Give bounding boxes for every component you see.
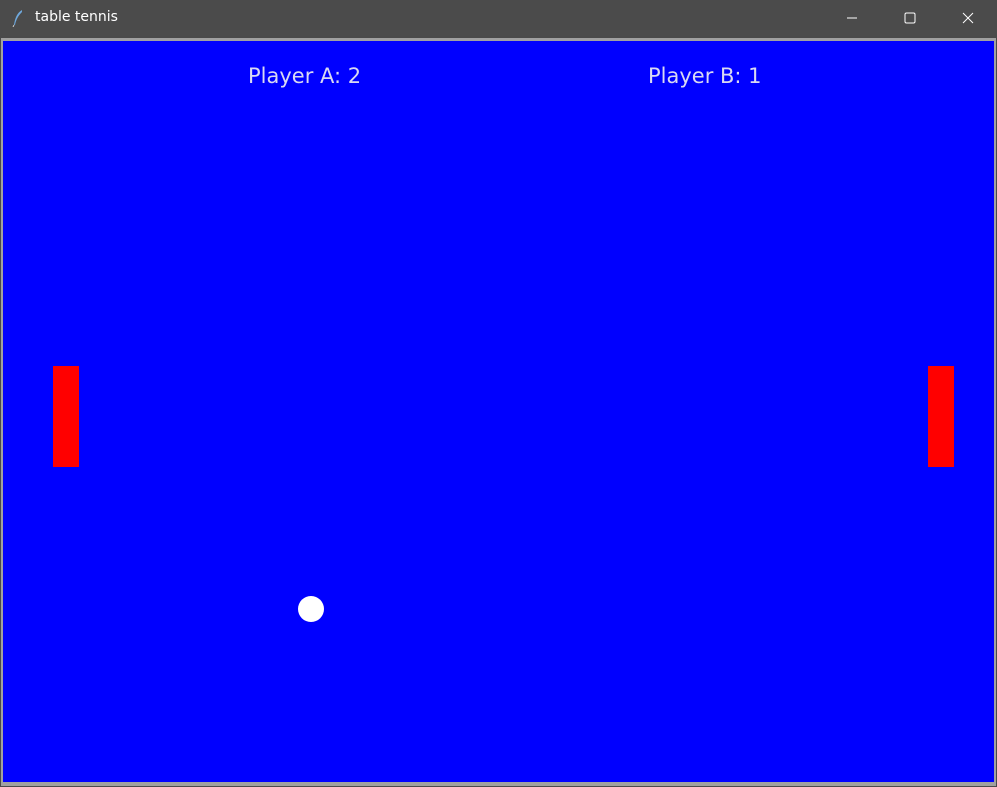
close-icon xyxy=(962,12,974,24)
game-canvas[interactable]: Player A: 2 Player B: 1 xyxy=(3,41,994,782)
score-player-b: Player B: 1 xyxy=(648,64,762,88)
feather-icon xyxy=(12,10,22,27)
ball xyxy=(298,596,324,622)
minimize-button[interactable] xyxy=(823,0,881,36)
minimize-icon xyxy=(847,17,857,19)
right-paddle xyxy=(928,366,954,467)
left-paddle xyxy=(53,366,79,467)
title-bar[interactable]: table tennis xyxy=(0,0,997,36)
score-player-a: Player A: 2 xyxy=(248,64,362,88)
maximize-icon xyxy=(904,12,916,24)
close-button[interactable] xyxy=(939,0,997,36)
window-title: table tennis xyxy=(35,9,118,25)
app-window: table tennis Player A: 2 Player B: 1 xyxy=(0,0,997,787)
maximize-button[interactable] xyxy=(881,0,939,36)
